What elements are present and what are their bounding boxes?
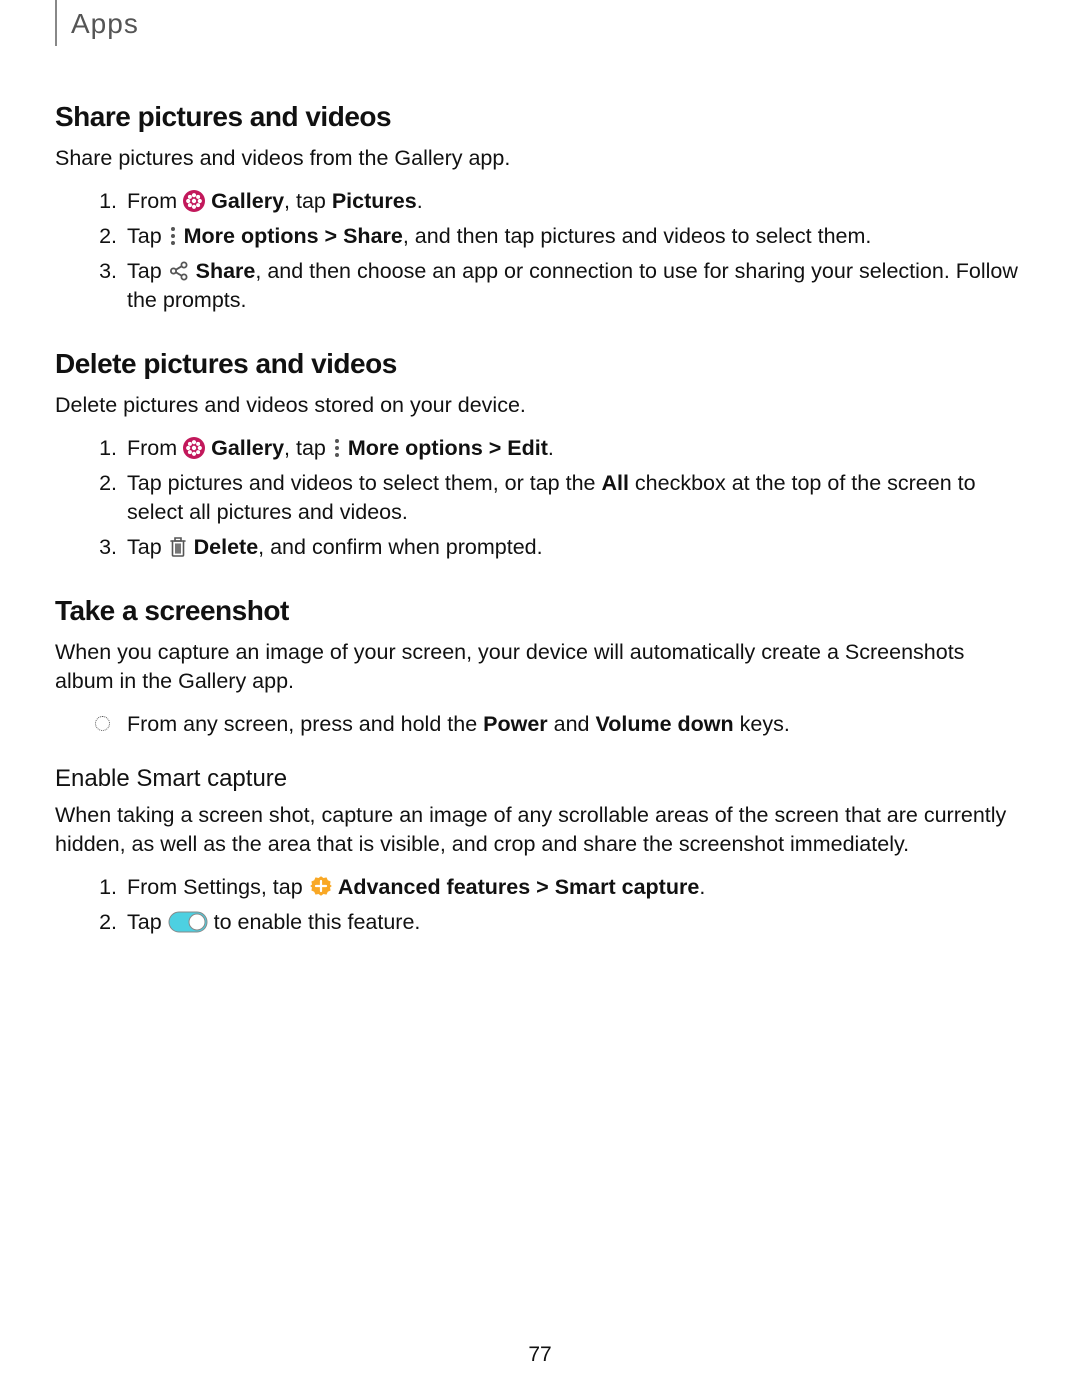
screenshot-heading: Take a screenshot — [55, 592, 1025, 630]
text: From — [127, 189, 183, 213]
text: Tap pictures and videos to select them, … — [127, 471, 601, 495]
page-header: Apps — [55, 0, 1025, 46]
text: keys. — [734, 712, 790, 736]
text: , and confirm when prompted. — [258, 535, 542, 559]
text: and — [548, 712, 596, 736]
text: . — [417, 189, 423, 213]
delete-intro: Delete pictures and videos stored on you… — [55, 391, 1025, 420]
delete-icon — [168, 535, 188, 558]
text: . — [548, 436, 554, 460]
share-icon — [168, 260, 190, 282]
advanced-features-label: Advanced features — [333, 875, 531, 899]
edit-label: Edit — [507, 436, 548, 460]
pictures-label: Pictures — [332, 189, 417, 213]
text: to enable this feature. — [208, 910, 421, 934]
delete-steps: From Gallery, tap More options > Edit. T… — [55, 434, 1025, 562]
smart-intro: When taking a screen shot, capture an im… — [55, 801, 1025, 859]
text: From any screen, press and hold the — [127, 712, 483, 736]
chevron: > — [483, 436, 508, 460]
more-options-label: More options — [342, 436, 483, 460]
power-label: Power — [483, 712, 548, 736]
chevron: > — [530, 875, 555, 899]
page-number: 77 — [0, 1341, 1080, 1369]
all-label: All — [601, 471, 628, 495]
share-intro: Share pictures and videos from the Galle… — [55, 144, 1025, 173]
header-section-label: Apps — [71, 5, 139, 43]
text: Tap — [127, 259, 168, 283]
share-heading: Share pictures and videos — [55, 98, 1025, 136]
share-label: Share — [343, 224, 403, 248]
text: From Settings, tap — [127, 875, 309, 899]
more-options-icon — [332, 437, 342, 459]
smart-step-1: From Settings, tap Advanced features > S… — [123, 873, 1025, 902]
smart-step-2: Tap to enable this feature. — [123, 908, 1025, 937]
share-step-1: From Gallery, tap Pictures. — [123, 187, 1025, 216]
screenshot-bullet-1: From any screen, press and hold the Powe… — [95, 710, 1025, 739]
text: , tap — [284, 189, 332, 213]
share-step-2: Tap More options > Share, and then tap p… — [123, 222, 1025, 251]
text: Tap — [127, 910, 168, 934]
gallery-icon — [183, 190, 205, 212]
more-options-label: More options — [178, 224, 319, 248]
text: , tap — [284, 436, 332, 460]
smart-capture-label: Smart capture — [555, 875, 700, 899]
delete-step-1: From Gallery, tap More options > Edit. — [123, 434, 1025, 463]
gallery-icon — [183, 437, 205, 459]
text: From — [127, 436, 183, 460]
toggle-on-icon — [168, 911, 208, 933]
delete-heading: Delete pictures and videos — [55, 345, 1025, 383]
text: , and then tap pictures and videos to se… — [403, 224, 872, 248]
share-label: Share — [190, 259, 256, 283]
chevron: > — [319, 224, 344, 248]
text: Tap — [127, 224, 168, 248]
gallery-label: Gallery — [205, 436, 284, 460]
text: Tap — [127, 535, 168, 559]
smart-steps: From Settings, tap Advanced features > S… — [55, 873, 1025, 937]
screenshot-bullets: From any screen, press and hold the Powe… — [55, 710, 1025, 739]
share-step-3: Tap Share, and then choose an app or con… — [123, 257, 1025, 315]
gallery-label: Gallery — [205, 189, 284, 213]
smart-heading: Enable Smart capture — [55, 763, 1025, 795]
volume-down-label: Volume down — [596, 712, 734, 736]
screenshot-intro: When you capture an image of your screen… — [55, 638, 1025, 696]
page-container: Apps Share pictures and videos Share pic… — [0, 0, 1080, 1397]
delete-step-2: Tap pictures and videos to select them, … — [123, 469, 1025, 527]
more-options-icon — [168, 225, 178, 247]
delete-step-3: Tap Delete, and confirm when prompted. — [123, 533, 1025, 562]
share-steps: From Gallery, tap Pictures. Tap More opt… — [55, 187, 1025, 315]
text: , and then choose an app or connection t… — [127, 259, 1018, 312]
advanced-features-icon — [309, 874, 333, 898]
text: . — [699, 875, 705, 899]
delete-label: Delete — [188, 535, 259, 559]
